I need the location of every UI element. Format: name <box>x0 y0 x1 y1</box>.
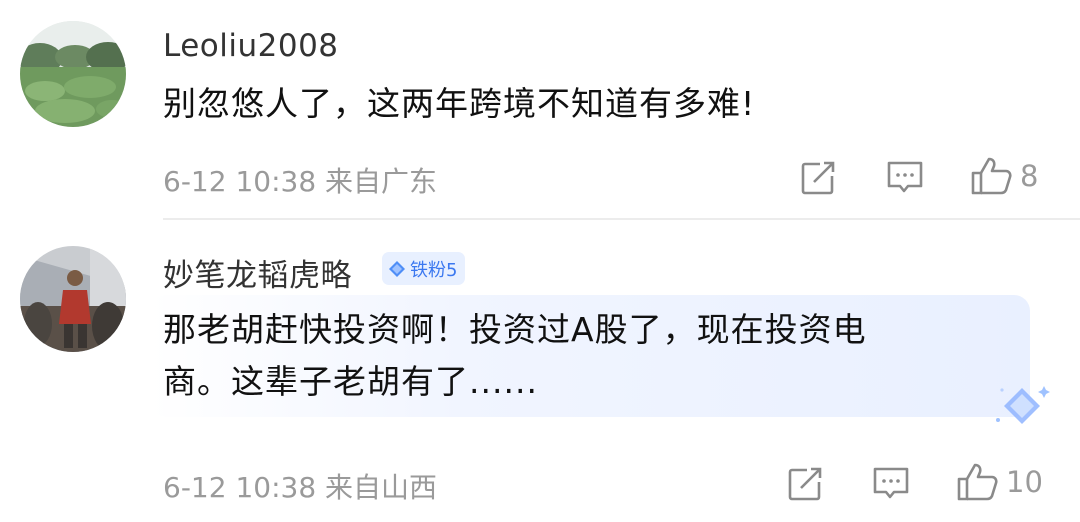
share-button[interactable] <box>787 466 823 502</box>
reply-button[interactable] <box>872 466 910 502</box>
thumbs-up-icon <box>957 463 998 501</box>
diamond-icon <box>389 260 405 277</box>
comment-text-line: 那老胡赶快投资啊！投资过A股了，现在投资电 <box>163 310 867 349</box>
comment-meta: 6-12 10:38 来自山西 <box>163 471 438 504</box>
fan-badge[interactable]: 铁粉5 <box>382 252 466 285</box>
like-count: 10 <box>1006 465 1043 499</box>
username[interactable]: 妙笔龙韬虎略 <box>163 250 352 295</box>
avatar-image <box>20 246 126 352</box>
avatar[interactable] <box>20 246 126 352</box>
comment-icon <box>873 467 909 499</box>
comment-text-line: 商。这辈子老胡有了...... <box>163 362 538 401</box>
sparkle-diamond-icon <box>992 382 1052 436</box>
comment-item: 妙笔龙韬虎略 铁粉5 那老胡赶快投资啊！投资过A股了，现在投资电 商。这辈子老胡… <box>0 0 1080 522</box>
share-icon <box>788 467 822 501</box>
badge-label: 铁粉5 <box>410 259 458 281</box>
like-button[interactable]: 10 <box>956 462 1043 502</box>
